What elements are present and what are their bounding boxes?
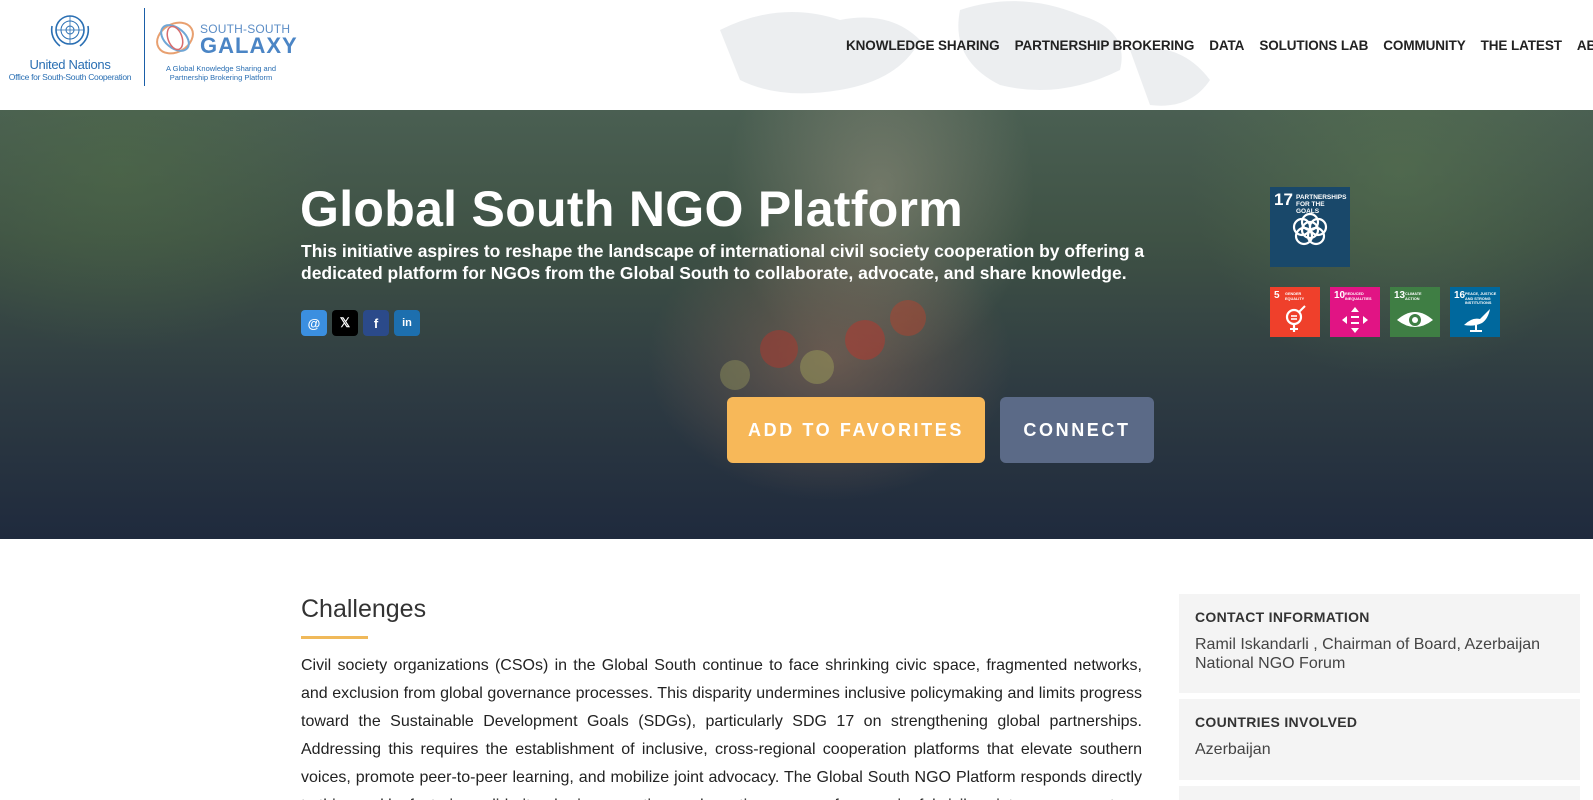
share-facebook-button[interactable]: f [363,310,389,336]
hero-background-photo [845,320,885,360]
hero-background-photo [890,300,926,336]
hero-background-photo [760,330,798,368]
countries-heading: COUNTRIES INVOLVED [1195,714,1358,730]
contact-heading: CONTACT INFORMATION [1195,609,1370,625]
x-icon: 𝕏 [339,315,351,330]
page-title: Global South NGO Platform [300,181,964,237]
share-email-button[interactable]: @ [301,310,327,336]
share-x-button[interactable]: 𝕏 [332,310,358,336]
sidebar-card [1179,786,1580,800]
gender-equality-icon [1285,305,1306,332]
nav-partnership-brokering[interactable]: PARTNERSHIP BROKERING [1015,38,1195,53]
facebook-icon: f [373,315,379,331]
challenges-heading: Challenges [301,595,427,623]
logo-divider [144,8,145,86]
sdg-5-tile[interactable]: 5 GENDER EQUALITY [1270,287,1320,337]
sdg-17-tile[interactable]: 17 PARTNERSHIPS FOR THE GOALS [1270,187,1350,267]
main-nav: KNOWLEDGE SHARING PARTNERSHIP BROKERING … [846,38,1593,53]
un-subtitle: Office for South-South Cooperation [8,72,132,82]
world-map-background [720,1,1210,106]
hero-background-photo [720,360,750,390]
hero-background-photo [800,350,834,384]
nav-solutions-lab[interactable]: SOLUTIONS LAB [1259,38,1368,53]
reduced-inequalities-icon [1342,307,1368,333]
share-buttons: @ 𝕏 f in [301,310,420,336]
ssg-tagline: A Global Knowledge Sharing and Partnersh… [165,64,277,82]
galaxy-swirl-icon [156,21,194,55]
un-emblem-icon [50,15,90,47]
nav-knowledge-sharing[interactable]: KNOWLEDGE SHARING [846,38,1000,53]
site-header: United Nations Office for South-South Co… [0,0,1593,110]
nav-the-latest[interactable]: THE LATEST [1481,38,1562,53]
add-to-favorites-button[interactable]: ADD TO FAVORITES [727,397,985,463]
nav-about[interactable]: ABOUT [1577,38,1593,53]
un-ossc-logo[interactable]: United Nations Office for South-South Co… [8,12,132,82]
contact-value: Ramil Iskandarli , Chairman of Board, Az… [1195,636,1541,672]
connect-button[interactable]: CONNECT [1000,397,1154,463]
email-icon: @ [307,315,321,331]
share-linkedin-button[interactable]: in [394,310,420,336]
south-south-galaxy-logo[interactable]: SOUTH-SOUTH GALAXY A Global Knowledge Sh… [152,14,297,86]
linkedin-icon: in [402,317,412,329]
countries-involved-card: COUNTRIES INVOLVED Azerbaijan [1179,699,1580,780]
page-description: This initiative aspires to reshape the l… [301,241,1145,283]
sdg-13-tile[interactable]: 13 CLIMATE ACTION [1390,287,1440,337]
ssg-brand-label: GALAXY [200,33,298,58]
contact-information-card: CONTACT INFORMATION Ramil Iskandarli , C… [1179,594,1580,693]
partnership-rings-icon [1292,212,1328,246]
heading-underline [301,636,368,639]
challenges-text: Civil society organizations (CSOs) in th… [301,657,1142,800]
sdg-16-tile[interactable]: 16 PEACE, JUSTICE AND STRONG INSTITUTION… [1450,287,1500,337]
peace-dove-icon [1464,309,1490,332]
hero-banner: Global South NGO Platform This initiativ… [0,110,1593,539]
sdg-10-tile[interactable]: 10 REDUCED INEQUALITIES [1330,287,1380,337]
nav-community[interactable]: COMMUNITY [1383,38,1465,53]
countries-value: Azerbaijan [1195,741,1271,758]
climate-eye-icon [1397,312,1433,327]
nav-data[interactable]: DATA [1209,38,1244,53]
un-name: United Nations [29,57,111,72]
